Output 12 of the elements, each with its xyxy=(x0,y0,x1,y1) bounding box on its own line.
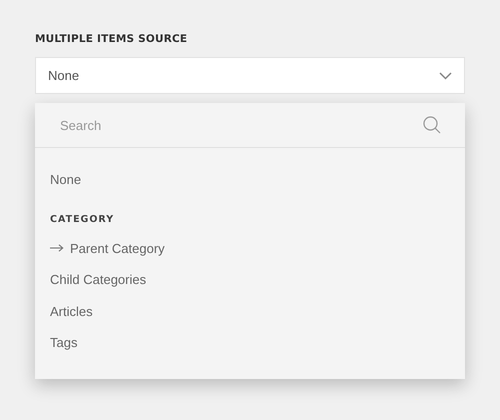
search-icon xyxy=(423,116,441,134)
dropdown-option[interactable]: Tags xyxy=(50,327,78,358)
dropdown-option[interactable]: Parent Category xyxy=(50,232,165,264)
chevron-icon xyxy=(439,72,452,80)
search-field[interactable]: Search xyxy=(60,111,423,139)
group-heading: CATEGORY xyxy=(50,213,114,227)
dropdown-option[interactable]: Articles xyxy=(50,296,93,327)
field-label: MULTIPLE ITEMS SOURCE xyxy=(35,33,188,45)
arrow-icon xyxy=(50,244,64,252)
select-field[interactable]: None xyxy=(35,57,465,94)
dropdown-option[interactable]: None xyxy=(50,164,82,196)
dropdown-option[interactable]: Child Categories xyxy=(50,264,146,296)
